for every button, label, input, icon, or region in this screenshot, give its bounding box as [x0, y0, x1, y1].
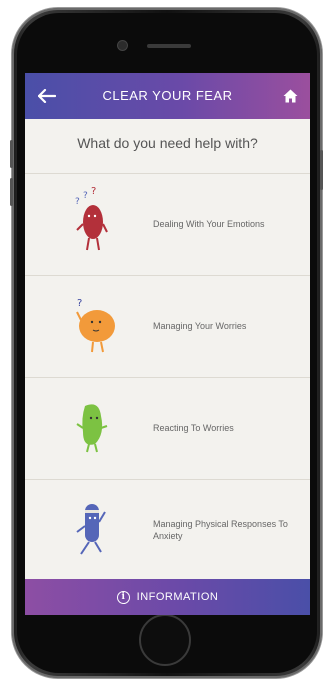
svg-text:?: ? [75, 197, 80, 207]
front-camera [118, 41, 127, 50]
topic-label: Reacting To Worries [153, 422, 234, 433]
help-question-heading: What do you need help with? [77, 135, 258, 151]
top-navigation-bar: CLEAR YOUR FEAR [25, 73, 310, 119]
topic-item-emotions[interactable]: ? ? ? Dealing With Your Emotions [25, 173, 310, 275]
volume-button-down [10, 178, 13, 206]
power-button [320, 150, 323, 190]
topic-item-reacting[interactable]: Reacting To Worries [25, 377, 310, 479]
red-character-icon: ? ? ? [75, 186, 108, 251]
svg-text:?: ? [91, 186, 96, 197]
topic-item-worries[interactable]: ? Managing Your Worries [25, 275, 310, 377]
app-screen: CLEAR YOUR FEAR What do you need help wi… [25, 73, 310, 615]
topic-label: Dealing With Your Emotions [153, 218, 265, 229]
topic-item-physical[interactable]: Managing Physical Responses To Anxiety [25, 479, 310, 581]
earpiece-speaker [147, 44, 191, 48]
topic-label: Managing Your Worries [153, 320, 247, 331]
orange-character-icon: ? [76, 298, 115, 353]
information-label: INFORMATION [136, 591, 219, 603]
phone-home-button[interactable] [139, 614, 191, 666]
info-icon: i [116, 590, 130, 604]
page-title: CLEAR YOUR FEAR [102, 88, 233, 103]
topic-list: ? ? ? Dealing With Your Emotions ? Manag… [25, 173, 310, 581]
blue-character-icon [76, 504, 106, 555]
green-character-icon [76, 404, 108, 453]
volume-button-up [10, 140, 13, 168]
svg-text:?: ? [77, 298, 82, 309]
topic-label: Managing Physical Responses To Anxiety [153, 519, 288, 541]
svg-text:?: ? [83, 191, 88, 201]
home-icon [283, 89, 297, 103]
information-button[interactable]: i INFORMATION [25, 579, 310, 615]
home-button[interactable] [280, 86, 300, 106]
